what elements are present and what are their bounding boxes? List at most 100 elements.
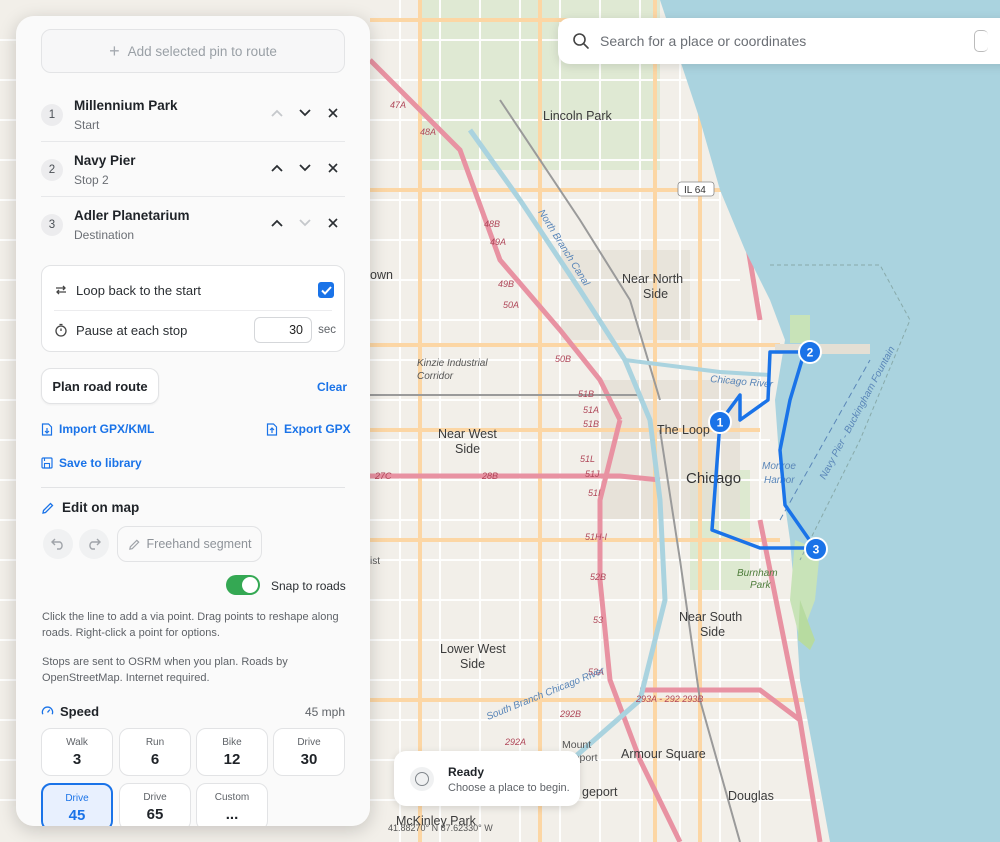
import-gpx-button[interactable]: Import GPX/KML [41,422,154,436]
plus-icon: + [109,40,120,61]
speed-preset-value: 12 [223,751,241,768]
label-near-north: Near North [622,272,683,286]
timer-icon [55,323,67,337]
stop-row[interactable]: 2 Navy Pier Stop 2 [41,142,345,197]
osrm-note: Stops are sent to OSRM when you plan. Ro… [42,656,288,684]
redo-icon [89,538,101,550]
label-armour-square: Armour Square [621,747,706,761]
label-kinzie-2: Corridor [417,371,454,382]
move-up-button[interactable] [267,103,287,123]
hwy-label-48a: 48A [420,127,436,137]
hwy-label-48b: 48B [484,219,500,229]
label-kinzie: Kinzie Industrial [417,358,488,369]
remove-stop-button[interactable] [323,103,343,123]
stop-row[interactable]: 3 Adler Planetarium Destination [41,197,345,252]
stop-name: Millennium Park [74,98,178,113]
pause-label: Pause at each stop [76,322,188,338]
clear-button[interactable]: Clear [317,380,347,394]
undo-button[interactable] [43,529,73,559]
label-lincoln-park: Lincoln Park [543,109,613,123]
loop-label: Loop back to the start [76,282,202,298]
loop-checkbox[interactable] [318,282,334,298]
speed-preset-walk[interactable]: Walk 3 [41,728,113,776]
redo-button[interactable] [79,529,109,559]
toggle-knob [242,577,258,593]
label-douglas: Douglas [728,789,774,803]
coordinates-readout: 41.88270° N 87.62330° W [388,823,493,833]
stop-name: Navy Pier [74,153,136,168]
speed-preset-value: 3 [72,751,82,768]
move-up-button[interactable] [267,158,287,178]
hwy-label-51a: 51A [583,405,599,415]
label-near-south: Near South [679,610,742,624]
chevron-up-icon [271,109,283,117]
speed-preset-run[interactable]: Run 6 [119,728,191,776]
speed-preset-type: Drive [65,793,89,804]
loop-option[interactable]: Loop back to the start [54,270,334,310]
il64-label: IL 64 [684,185,706,196]
add-pin-label: Add selected pin to route [127,43,277,59]
search-bar[interactable] [558,18,1000,64]
add-pin-button[interactable]: + Add selected pin to route [41,29,345,73]
speed-preset-type: Bike [222,737,242,748]
route-panel: + Add selected pin to route 1 Millennium… [16,16,370,826]
chevron-down-icon [299,219,311,227]
stop-number: 1 [41,104,63,126]
hwy-label-51l: 51L [580,454,595,464]
chevron-down-icon [299,109,311,117]
label-chicago: Chicago [686,470,741,487]
save-library-button[interactable]: Save to library [41,456,142,470]
hwy-label-51b2: 51B [583,419,599,429]
move-down-button[interactable] [295,213,315,233]
speed-preset-custom[interactable]: Custom ... [196,783,268,826]
hwy-label-47a: 47A [390,100,406,110]
hwy-label-292a: 292A [504,737,526,747]
label-harbor: Harbor [764,475,795,486]
status-circle-icon [410,767,434,791]
remove-stop-button[interactable] [323,213,343,233]
stop-role: Destination [74,228,135,242]
remove-stop-button[interactable] [323,158,343,178]
speed-preset-drive-65[interactable]: Drive 65 [119,783,191,826]
pause-input[interactable] [254,317,312,343]
speedometer-icon [41,706,54,715]
hwy-label-292b: 292B [559,709,581,719]
move-down-button[interactable] [295,158,315,178]
hwy-label-293a: 293A - 292 293B [635,694,703,704]
speed-preset-value: 6 [150,751,160,768]
stop-row[interactable]: 1 Millennium Park Start [41,87,345,142]
edit-title-label: Edit on map [62,500,140,515]
freehand-segment-button[interactable]: Freehand segment [117,526,262,562]
move-up-button[interactable] [267,213,287,233]
pier-park [790,315,810,343]
speed-preset-drive-45[interactable]: Drive 45 [41,783,113,826]
route-marker-2[interactable]: 2 [798,340,822,364]
export-gpx-button[interactable]: Export GPX [266,422,351,436]
route-marker-1[interactable]: 1 [708,410,732,434]
route-options-card: Loop back to the start Pause at each sto… [41,265,345,352]
label-burnham-2: Park [750,580,772,591]
chevron-up-icon [271,219,283,227]
speed-preset-drive-30[interactable]: Drive 30 [273,728,345,776]
label-lower-west: Lower West [440,642,506,656]
speed-section-title: Speed [41,704,99,719]
snap-to-roads-label: Snap to roads [271,579,346,593]
hwy-label-53: 53 [593,615,603,625]
close-icon [328,218,338,228]
snap-to-roads-toggle[interactable] [226,575,260,595]
search-input[interactable] [600,33,980,49]
hwy-label-51hi: 51H-I [585,532,608,542]
route-marker-3[interactable]: 3 [804,537,828,561]
plan-route-button[interactable]: Plan road route [41,368,159,404]
label-mount: Mount [562,739,591,751]
pencil-icon [42,502,54,514]
edit-section-title: Edit on map [41,500,139,515]
hwy-label-51b: 51B [578,389,594,399]
speed-preset-bike[interactable]: Bike 12 [196,728,268,776]
speed-preset-type: Drive [297,737,321,748]
move-down-button[interactable] [295,103,315,123]
export-gpx-label: Export GPX [284,422,351,436]
label-near-south-2: Side [700,625,725,639]
hwy-label-50a: 50A [503,300,519,310]
stop-role: Start [74,118,100,132]
